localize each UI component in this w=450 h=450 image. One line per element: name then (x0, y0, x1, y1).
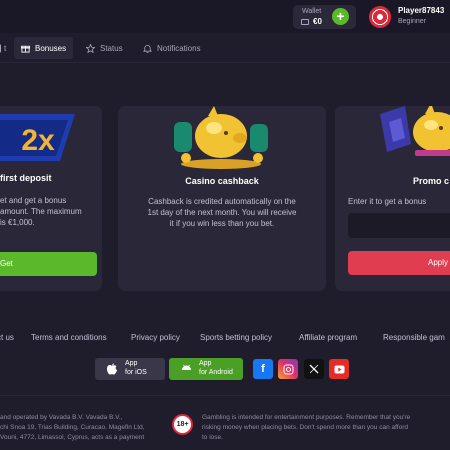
cashback-text: Cashback is credited automatically on th… (118, 196, 326, 229)
x-icon[interactable] (304, 359, 324, 379)
wallet-label: Wallet (302, 8, 322, 15)
instagram-glyph (283, 364, 293, 374)
wallet-icon (301, 19, 309, 25)
footer-link-responsible[interactable]: Responsible gam (383, 333, 445, 342)
star-icon (86, 43, 95, 53)
instagram-icon[interactable] (278, 359, 298, 379)
profile-tabs: t Bonuses Status Notifications (0, 33, 450, 63)
tab-status[interactable]: Status (86, 37, 123, 59)
add-funds-button[interactable]: + (332, 8, 349, 25)
player-name[interactable]: Player87843 (398, 6, 444, 15)
piggy-bank-icon (174, 106, 268, 169)
ios-app-button[interactable]: App for iOS (95, 358, 165, 380)
cashback-text-line: Cashback is credited automatically on th… (148, 197, 296, 206)
first-deposit-text-line: amount. The maximum (0, 207, 82, 216)
bell-icon (143, 44, 152, 53)
get-bonus-button[interactable]: Get (0, 252, 97, 276)
tab-icon (0, 43, 1, 53)
first-deposit-text-line: et and get a bonus (0, 196, 67, 205)
cashback-text-line: it if you win less than you bet. (169, 219, 275, 228)
first-deposit-banner: 2x (0, 114, 75, 161)
ios-app-line1: App (125, 360, 138, 367)
first-deposit-text: et and get a bonus amount. The maximum i… (0, 195, 82, 228)
apple-icon (107, 363, 117, 375)
gambling-line: risking money when placing bets. Don't s… (202, 424, 408, 431)
cashback-card: Casino cashback Cashback is credited aut… (118, 106, 326, 291)
footer-link-privacy[interactable]: Privacy policy (131, 333, 180, 342)
footer-link-sports-policy[interactable]: Sports betting policy (200, 333, 272, 342)
wallet-amount: €0 (313, 17, 322, 26)
footer-link-terms[interactable]: Terms and conditions (31, 333, 107, 342)
youtube-glyph (334, 365, 344, 373)
tab-previous-partial[interactable]: t (0, 37, 6, 59)
footer-link-affiliate[interactable]: Affiliate program (299, 333, 357, 342)
promo-title: Promo c (413, 176, 450, 186)
android-app-button[interactable]: App for Android (169, 358, 243, 380)
tab-bonuses[interactable]: Bonuses (14, 37, 74, 59)
promo-illustration (380, 106, 450, 156)
top-bar: Wallet €0 + Player87843 Beginner (0, 0, 450, 33)
legal-text: and operated by Vavada B.V. Vavada B.V.,… (0, 413, 160, 443)
legal-line: Vouni, 4772, Limassol, Cyprus, acts as a… (0, 434, 145, 441)
promo-code-input[interactable] (348, 213, 450, 238)
footer-divider (0, 395, 450, 396)
youtube-icon[interactable] (329, 359, 349, 379)
first-deposit-badge: 2x (21, 124, 55, 157)
promo-text: Enter it to get a bonus (348, 197, 427, 206)
responsible-gambling-text: Gambling is intended for entertainment p… (202, 413, 450, 443)
gambling-line: Gambling is intended for entertainment p… (202, 414, 411, 421)
cashback-title: Casino cashback (185, 176, 259, 186)
android-icon (182, 364, 191, 370)
footer-links: ct us Terms and conditions Privacy polic… (0, 333, 450, 345)
gambling-line: to lose. (202, 434, 223, 441)
gift-icon (21, 45, 30, 53)
legal-line: chi Snoa 19, Trias Building, Curacao. Ma… (0, 424, 145, 431)
x-glyph (309, 364, 319, 374)
tab-notifications-label: Notifications (157, 43, 201, 53)
first-deposit-title: first deposit (0, 173, 52, 183)
ios-app-line2: for iOS (125, 369, 147, 376)
cashback-text-line: 1st day of the next month. You will rece… (147, 208, 297, 217)
tab-status-label: Status (100, 43, 123, 53)
tab-bonuses-label: Bonuses (35, 43, 67, 53)
apply-promo-button[interactable]: Apply (348, 251, 450, 275)
footer-link-contact[interactable]: ct us (0, 333, 14, 342)
age-restriction-badge: 18+ (172, 414, 193, 435)
tab-notifications[interactable]: Notifications (143, 37, 201, 59)
legal-line: and operated by Vavada B.V. Vavada B.V., (0, 414, 123, 421)
android-app-line1: App (199, 360, 212, 367)
first-deposit-text-line: is €1,000. (0, 218, 35, 227)
facebook-icon[interactable]: f (253, 359, 273, 379)
player-level: Beginner (398, 18, 427, 25)
avatar[interactable] (369, 6, 391, 28)
android-app-line2: for Android (199, 369, 233, 376)
